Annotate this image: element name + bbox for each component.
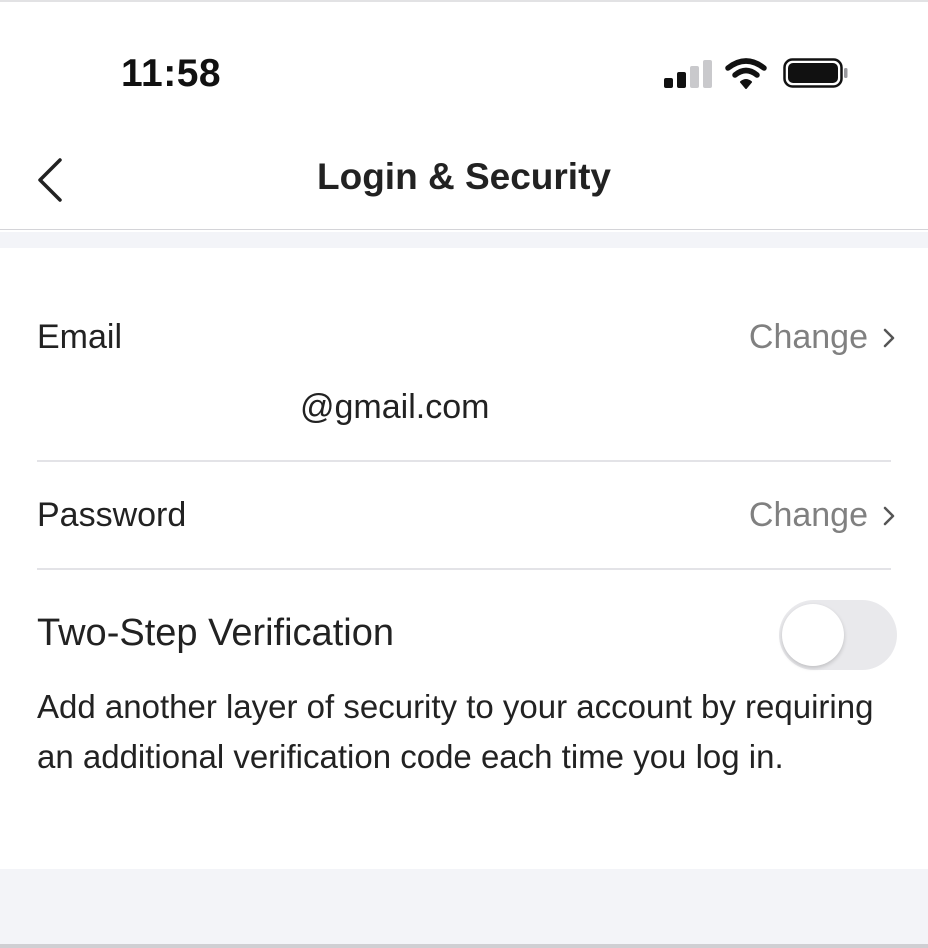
wifi-icon — [725, 58, 767, 89]
change-password-button[interactable]: Change — [749, 496, 896, 535]
status-bar: 11:58 — [0, 0, 928, 130]
navigation-bar: Login & Security — [0, 130, 928, 230]
email-label: Email — [37, 318, 123, 356]
login-security-screen: 11:58 Login & Security Email Change @gma… — [0, 0, 928, 948]
change-email-button[interactable]: Change — [749, 318, 896, 357]
chevron-right-icon — [883, 328, 895, 347]
cellular-signal-icon — [664, 58, 712, 88]
email-value: @gmail.com — [300, 388, 490, 426]
change-password-label: Change — [748, 496, 868, 534]
chevron-right-icon — [883, 506, 895, 525]
two-step-verification-label: Two-Step Verification — [37, 612, 394, 654]
divider — [37, 460, 891, 462]
change-email-label: Change — [748, 318, 868, 356]
page-title: Login & Security — [317, 156, 611, 197]
two-step-verification-toggle[interactable] — [779, 600, 897, 670]
bottom-edge-line — [0, 944, 928, 948]
toggle-knob — [782, 604, 844, 666]
footer-gray-area — [0, 869, 928, 948]
status-time: 11:58 — [121, 52, 222, 95]
password-label: Password — [37, 496, 187, 534]
divider — [37, 568, 891, 570]
two-step-description: Add another layer of security to your ac… — [37, 688, 874, 775]
battery-icon — [783, 58, 848, 88]
section-separator — [0, 232, 928, 248]
